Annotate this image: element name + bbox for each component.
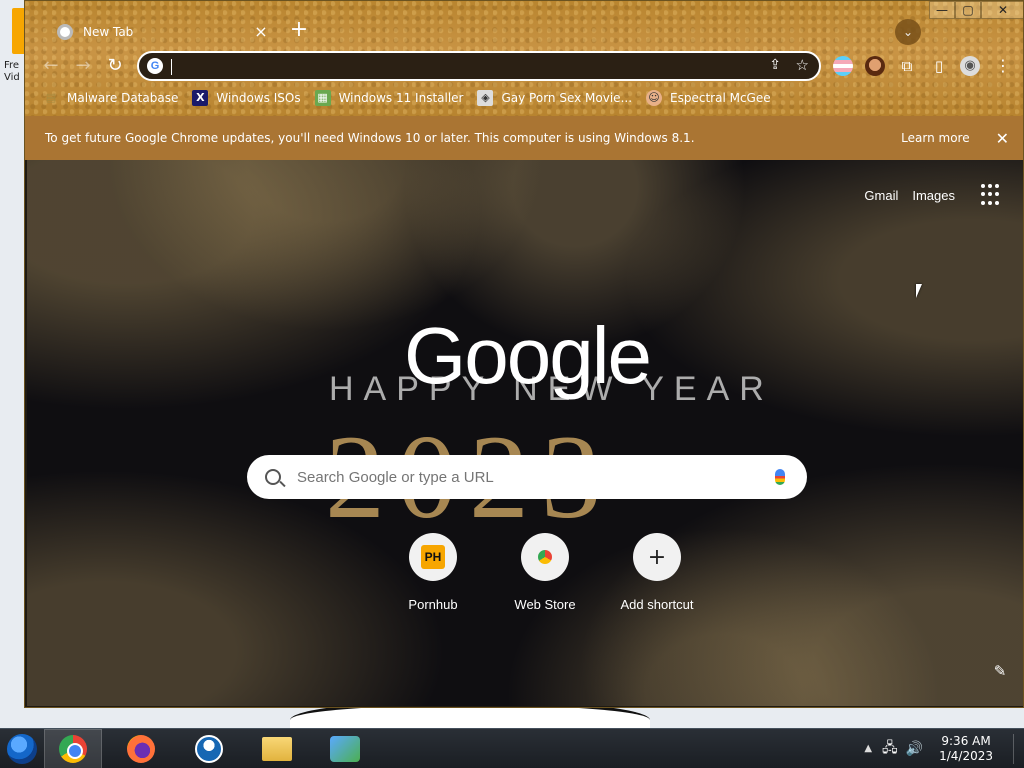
taskbar-app[interactable] xyxy=(180,729,238,768)
taskbar-firefox[interactable] xyxy=(112,729,170,768)
gmail-link[interactable]: Gmail xyxy=(864,188,898,203)
movie-icon: ◈ xyxy=(477,90,494,106)
maximize-button[interactable]: ▢ xyxy=(955,1,981,19)
clock[interactable]: 9:36 AM 1/4/2023 xyxy=(939,734,993,764)
taskbar-file-explorer[interactable] xyxy=(248,729,306,768)
shortcut-tile[interactable]: + xyxy=(633,533,681,581)
images-link[interactable]: Images xyxy=(912,188,955,203)
network-icon[interactable]: 🖧 xyxy=(882,737,898,761)
learn-more-link[interactable]: Learn more xyxy=(901,131,969,145)
side-panel-icon[interactable]: ▯ xyxy=(929,56,949,76)
shortcuts: PH Pornhub Web Store + Add shortcut xyxy=(377,533,713,612)
microphone-icon[interactable] xyxy=(775,469,785,485)
taskbar-network-app[interactable] xyxy=(316,729,374,768)
show-desktop-divider[interactable] xyxy=(1013,733,1014,764)
chrome-menu-icon[interactable]: ⋮ xyxy=(993,56,1013,76)
update-infobar: To get future Google Chrome updates, you… xyxy=(25,116,1023,160)
tab-title: New Tab xyxy=(83,24,134,39)
shortcut-tile[interactable] xyxy=(521,533,569,581)
minimize-button[interactable]: — xyxy=(929,1,955,19)
shortcut-label: Pornhub xyxy=(408,597,458,612)
omnibox[interactable]: G ⇪ ☆ xyxy=(137,51,821,81)
ntp-search-box[interactable] xyxy=(247,455,807,499)
folder-icon: ▤ xyxy=(45,91,57,104)
ntp-header-links: Gmail Images xyxy=(864,184,1023,206)
bookmark-label: Espectral McGee xyxy=(670,91,771,105)
new-tab-button[interactable]: + xyxy=(287,19,311,43)
shortcut-pornhub[interactable]: PH Pornhub xyxy=(377,533,489,612)
chrome-icon xyxy=(59,734,87,763)
system-tray: ▲ 🖧 🔊 9:36 AM 1/4/2023 xyxy=(864,733,1024,764)
back-button[interactable]: ← xyxy=(39,54,63,78)
google-icon: G xyxy=(147,58,163,74)
bookmark-windows-isos[interactable]: X Windows ISOs xyxy=(192,90,301,106)
forward-button[interactable]: → xyxy=(71,54,95,78)
infobar-message: To get future Google Chrome updates, you… xyxy=(45,131,695,145)
bookmark-espectral-mcgee[interactable]: ☺ Espectral McGee xyxy=(646,90,771,106)
chrome-favicon-icon xyxy=(57,23,73,40)
volume-icon[interactable]: 🔊 xyxy=(906,741,923,757)
reload-button[interactable]: ↻ xyxy=(103,54,127,78)
shortcut-tile[interactable]: PH xyxy=(409,533,457,581)
google-logo: Google xyxy=(404,311,652,400)
folder-icon xyxy=(262,736,292,761)
bookmark-label: Gay Porn Sex Movie... xyxy=(501,91,633,105)
campaign-logo-icon xyxy=(195,734,223,763)
web-store-icon xyxy=(534,546,556,568)
profile-icon[interactable]: ◉ xyxy=(960,56,980,76)
bookmark-malware-database[interactable]: ▤ Malware Database xyxy=(43,90,179,106)
installer-icon: ▦ xyxy=(314,90,331,106)
mouse-cursor-icon xyxy=(916,284,928,298)
bookmarks-bar: ▤ Malware Database X Windows ISOs ▦ Wind… xyxy=(25,85,1023,111)
browser-frame: — ▢ ✕ New Tab × + ⌄ ← → ↻ G ⇪ ☆ ⧉ ▯ ◉ ⋮ … xyxy=(25,1,1023,116)
show-hidden-icons-arrow-icon[interactable]: ▲ xyxy=(864,743,872,754)
address-input[interactable] xyxy=(173,56,733,76)
desktop-icon-label: Fre Vid xyxy=(4,60,20,83)
close-icon[interactable]: ✕ xyxy=(996,129,1009,148)
taskbar: ▲ 🖧 🔊 9:36 AM 1/4/2023 xyxy=(0,728,1024,768)
clock-date: 1/4/2023 xyxy=(939,748,993,763)
bookmark-label: Malware Database xyxy=(67,91,179,105)
customize-pencil-icon[interactable]: ✎ xyxy=(991,662,1009,680)
shortcut-web-store[interactable]: Web Store xyxy=(489,533,601,612)
firefox-icon xyxy=(127,734,155,763)
browser-window: — ▢ ✕ New Tab × + ⌄ ← → ↻ G ⇪ ☆ ⧉ ▯ ◉ ⋮ … xyxy=(24,0,1024,708)
shortcut-label: Add shortcut xyxy=(620,597,694,612)
google-apps-icon[interactable] xyxy=(981,184,1003,206)
pornhub-icon: PH xyxy=(421,545,445,569)
close-window-button[interactable]: ✕ xyxy=(981,1,1023,19)
share-icon[interactable]: ⇪ xyxy=(769,57,781,73)
toolbar: ← → ↻ G ⇪ ☆ ⧉ ▯ ◉ ⋮ xyxy=(25,49,1023,83)
tab-new-tab[interactable]: New Tab × xyxy=(49,15,271,48)
new-tab-page: Gmail Images HAPPY NEW YEAR 2023 Google … xyxy=(27,160,1023,706)
network-app-icon xyxy=(330,735,360,762)
tab-close-icon[interactable]: × xyxy=(251,22,271,41)
start-orb-icon xyxy=(7,733,37,764)
bookmark-label: Windows ISOs xyxy=(216,91,301,105)
shortcut-add[interactable]: + Add shortcut xyxy=(601,533,713,612)
clock-time: 9:36 AM xyxy=(941,733,991,748)
bookmark-label: Windows 11 Installer xyxy=(338,91,464,105)
plus-icon: + xyxy=(647,544,667,570)
extension-avatar-icon[interactable] xyxy=(865,56,885,76)
bookmark-star-icon[interactable]: ☆ xyxy=(796,56,809,74)
search-icon xyxy=(265,469,281,485)
shortcut-label: Web Store xyxy=(514,597,576,612)
search-input[interactable] xyxy=(297,468,775,486)
x-icon: X xyxy=(192,90,209,106)
bookmark-windows-11-installer[interactable]: ▦ Windows 11 Installer xyxy=(314,90,464,106)
text-cursor xyxy=(171,59,172,75)
extension-flag-icon[interactable] xyxy=(833,56,853,76)
taskbar-chrome[interactable] xyxy=(44,728,102,768)
start-button[interactable] xyxy=(0,729,44,768)
extensions-puzzle-icon[interactable]: ⧉ xyxy=(897,56,917,76)
window-controls: — ▢ ✕ xyxy=(929,1,1023,19)
bookmark-movies[interactable]: ◈ Gay Porn Sex Movie... xyxy=(477,90,632,106)
tab-search-button[interactable]: ⌄ xyxy=(895,19,921,45)
avatar-icon: ☺ xyxy=(646,90,663,106)
